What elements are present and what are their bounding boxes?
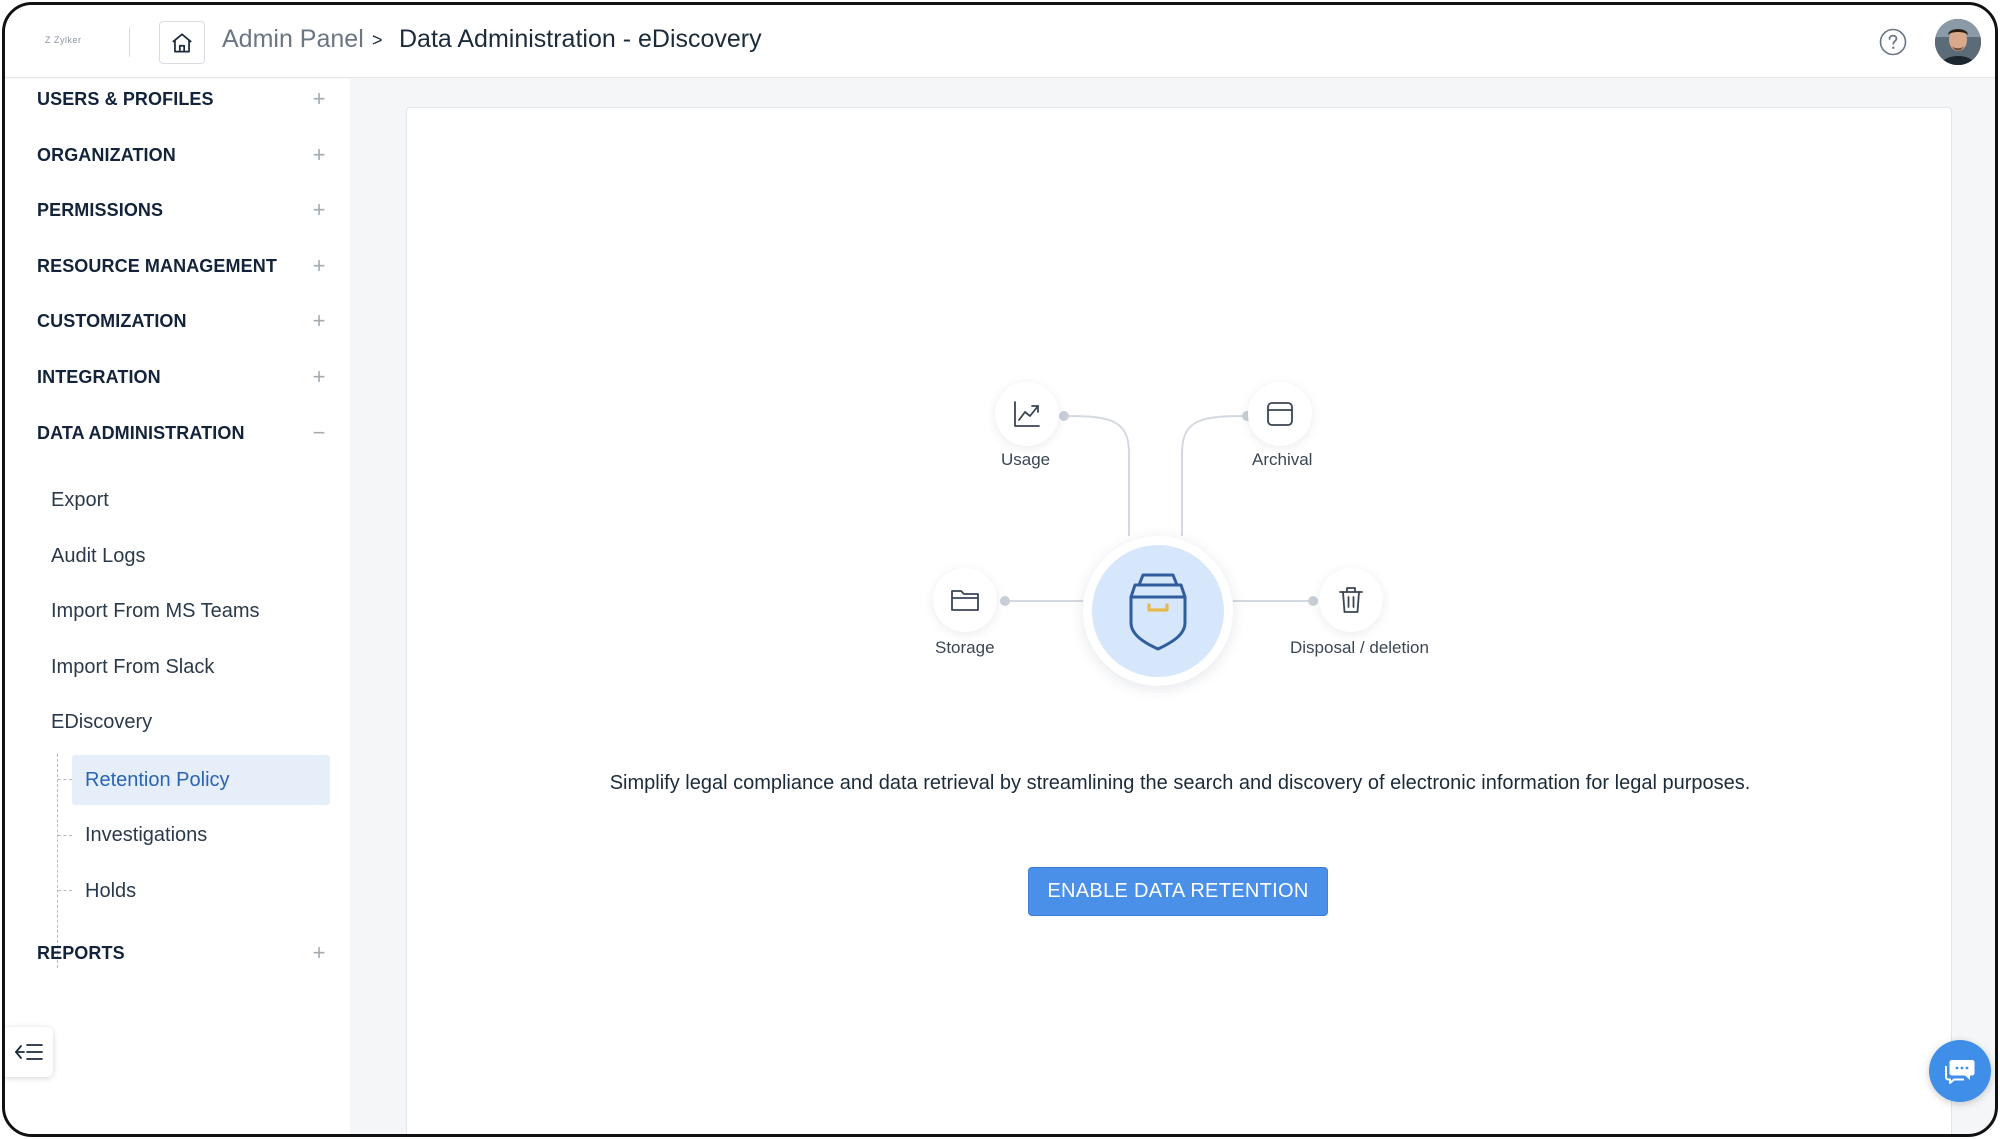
top-header: Z Zylker Admin Panel > Data Administrati… [5, 5, 1995, 78]
avatar-portrait [1935, 19, 1981, 65]
collapse-minus-icon[interactable]: − [309, 420, 329, 446]
sidebar-item-investigations[interactable]: Investigations [72, 810, 330, 860]
usage-label: Usage [1001, 450, 1051, 469]
home-icon [172, 32, 192, 53]
storage-node [933, 568, 997, 632]
expand-plus-icon[interactable]: + [309, 940, 329, 966]
disposal-node [1319, 568, 1383, 632]
collapse-menu-icon [14, 1044, 43, 1060]
usage-node [995, 382, 1059, 446]
help-icon[interactable] [1879, 28, 1907, 56]
tree-connector-tick [58, 890, 72, 891]
sidebar-item-audit-logs[interactable]: Audit Logs [51, 545, 146, 568]
archival-node [1248, 382, 1312, 446]
header-divider [129, 27, 130, 57]
nav-section-resource-management[interactable]: RESOURCE MANAGEMENT + [37, 246, 329, 286]
sidebar-item-ediscovery[interactable]: EDiscovery [51, 711, 152, 734]
center-node-inner [1092, 545, 1224, 677]
nav-section-label: USERS & PROFILES [37, 88, 214, 109]
expand-plus-icon[interactable]: + [309, 253, 329, 279]
sidebar-item-retention-policy[interactable]: Retention Policy [72, 755, 330, 805]
retention-diagram: Usage Archival Storage Disposal / deleti… [407, 108, 1953, 708]
chat-button[interactable] [1929, 1040, 1991, 1102]
nav-section-label: RESOURCE MANAGEMENT [37, 255, 277, 276]
nav-section-label: DATA ADMINISTRATION [37, 422, 245, 443]
zylker-logo-icon: Z [45, 35, 51, 45]
nav-section-label: REPORTS [37, 942, 125, 963]
nav-section-label: PERMISSIONS [37, 199, 164, 220]
expand-plus-icon[interactable]: + [309, 86, 329, 112]
collapse-sidebar-button[interactable] [5, 1027, 53, 1077]
expand-plus-icon[interactable]: + [309, 308, 329, 334]
nav-section-label: CUSTOMIZATION [37, 310, 187, 331]
sidebar-nav: USERS & PROFILES + ORGANIZATION + PERMIS… [5, 79, 350, 1134]
storage-label: Storage [935, 638, 995, 657]
retention-shield-icon [1129, 573, 1187, 651]
home-button[interactable] [159, 21, 205, 64]
user-avatar[interactable] [1935, 19, 1981, 65]
nav-section-organization[interactable]: ORGANIZATION + [37, 135, 329, 175]
center-node [1083, 536, 1233, 686]
app-window: Z Zylker Admin Panel > Data Administrati… [2, 2, 1998, 1137]
page-title: Data Administration - eDiscovery [399, 25, 762, 53]
sidebar-item-export[interactable]: Export [51, 489, 109, 512]
expand-plus-icon[interactable]: + [309, 364, 329, 390]
breadcrumb-separator: > [372, 30, 383, 50]
sidebar-item-import-slack[interactable]: Import From Slack [51, 656, 214, 679]
nav-section-customization[interactable]: CUSTOMIZATION + [37, 301, 329, 341]
tree-connector-tick [58, 835, 72, 836]
trash-icon [1339, 587, 1363, 613]
tree-connector-tick [58, 779, 72, 780]
nav-section-label: ORGANIZATION [37, 144, 176, 165]
nav-section-label: INTEGRATION [37, 366, 161, 387]
folder-icon [951, 590, 979, 611]
main-content-card: Usage Archival Storage Disposal / deleti… [406, 107, 1953, 1134]
nav-section-integration[interactable]: INTEGRATION + [37, 357, 329, 397]
breadcrumb-admin-panel[interactable]: Admin Panel [222, 25, 364, 54]
sidebar-item-import-ms-teams[interactable]: Import From MS Teams [51, 600, 260, 623]
enable-data-retention-button[interactable]: ENABLE DATA RETENTION [1028, 867, 1328, 916]
description-text: Simplify legal compliance and data retri… [609, 772, 1751, 794]
sidebar-item-holds[interactable]: Holds [72, 866, 330, 916]
disposal-label: Disposal / deletion [1290, 638, 1429, 657]
nav-section-users-profiles[interactable]: USERS & PROFILES + [37, 79, 329, 119]
nav-section-reports[interactable]: REPORTS + [37, 933, 329, 973]
expand-plus-icon[interactable]: + [309, 142, 329, 168]
archive-box-icon [1267, 402, 1293, 426]
nav-section-data-administration[interactable]: DATA ADMINISTRATION − [37, 413, 329, 453]
expand-plus-icon[interactable]: + [309, 197, 329, 223]
chat-bubble-icon [1945, 1060, 1975, 1084]
brand-name: Zylker [54, 35, 82, 45]
archival-label: Archival [1252, 450, 1313, 469]
brand-logo[interactable]: Z Zylker [45, 35, 82, 45]
nav-section-permissions[interactable]: PERMISSIONS + [37, 190, 329, 230]
chart-line-icon [1014, 401, 1040, 427]
